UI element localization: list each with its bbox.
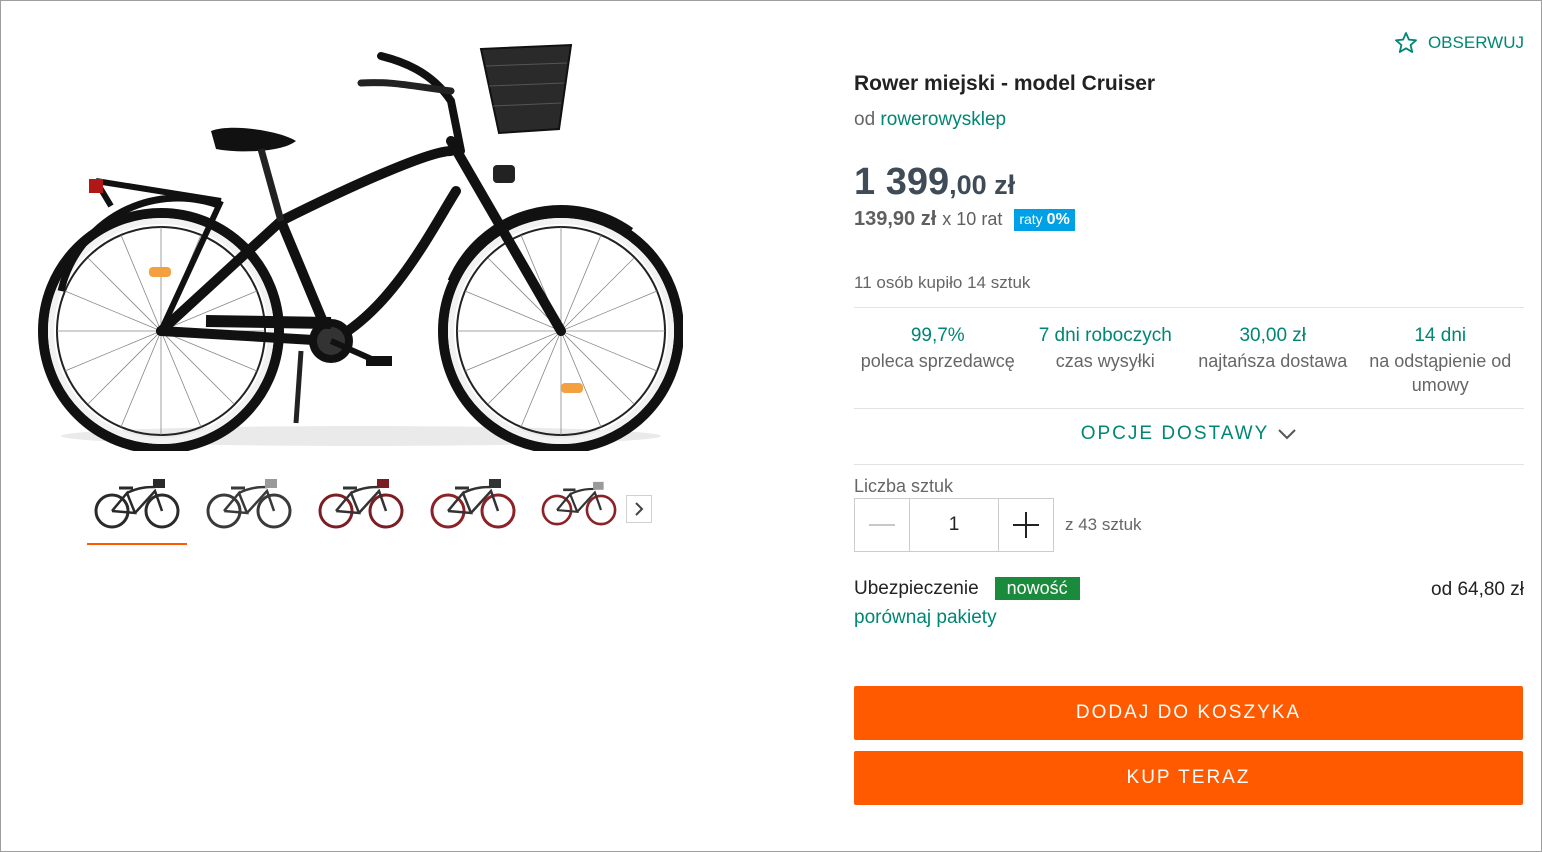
bicycle-thumbnail (94, 479, 180, 529)
stat-shipping-time: 7 dni roboczych czas wysyłki (1022, 323, 1190, 397)
stat-value: 30,00 zł (1239, 325, 1307, 346)
stat-cheapest-delivery: 30,00 zł najtańsza dostawa (1189, 323, 1357, 397)
insurance-label: Ubezpieczenie (854, 577, 979, 599)
seller-line: od rowerowysklep (854, 109, 1006, 131)
thumbnail-3[interactable] (311, 471, 411, 545)
main-product-image[interactable] (31, 31, 683, 451)
seller-prefix: od (854, 109, 876, 130)
add-to-cart-button[interactable]: DODAJ DO KOSZYKA (854, 686, 1523, 740)
thumbnails-next-button[interactable] (626, 495, 652, 523)
chevron-right-icon (635, 502, 644, 516)
thumbnail-5[interactable] (535, 471, 623, 545)
bicycle-thumbnail (206, 479, 292, 529)
thumbnail-strip (85, 471, 655, 551)
bicycle-thumbnail (318, 479, 404, 529)
product-page: OBSERWUJ Rower miejski - model Cruiser o… (0, 0, 1542, 852)
installment-value: 139,90 zł (854, 208, 937, 230)
thumbnail-1[interactable] (87, 471, 187, 545)
bicycle-thumbnail (430, 479, 516, 529)
stat-label: na odstąpienie od umowy (1369, 351, 1512, 395)
divider (854, 464, 1524, 465)
minus-icon (869, 524, 895, 526)
divider (854, 307, 1524, 308)
raty-badge[interactable]: raty 0% (1014, 208, 1075, 231)
price-main: 1 399 (854, 161, 950, 203)
quantity-label: Liczba sztuk (854, 476, 954, 496)
divider (854, 408, 1524, 409)
quantity-available: z 43 sztuk (1065, 515, 1142, 534)
insurance-price: od 64,80 zł (1431, 579, 1524, 600)
raty-rate: 0% (1046, 210, 1070, 228)
bicycle-image (38, 43, 683, 451)
seller-link[interactable]: rowerowysklep (880, 109, 1006, 130)
quantity-stepper: 1 (854, 498, 1054, 552)
stat-label: najtańsza dostawa (1198, 351, 1348, 371)
raty-label: raty (1019, 210, 1043, 227)
stat-label: poleca sprzedawcę (860, 351, 1015, 371)
delivery-options-toggle[interactable]: OPCJE DOSTAWY (854, 423, 1524, 445)
thumbnail-2[interactable] (199, 471, 299, 545)
price-cents: ,00 zł (949, 170, 1016, 200)
star-outline-icon (1395, 32, 1417, 53)
watch-label: OBSERWUJ (1427, 33, 1524, 52)
stat-return-period: 14 dni na odstąpienie od umowy (1357, 323, 1525, 397)
bought-count: 11 osób kupiło 14 sztuk (854, 273, 1031, 292)
installment-count: x 10 rat (942, 209, 1003, 229)
product-title: Rower miejski - model Cruiser (854, 72, 1156, 95)
stat-value: 99,7% (910, 325, 965, 346)
plus-icon (1013, 512, 1039, 538)
insurance-row: Ubezpieczenie nowość (854, 577, 1080, 600)
stat-value: 7 dni roboczych (1038, 325, 1172, 346)
installment-info: 139,90 zł x 10 rat raty 0% (854, 208, 1075, 231)
buy-now-button[interactable]: KUP TERAZ (854, 751, 1523, 805)
new-badge: nowość (994, 577, 1080, 600)
thumbnail-4[interactable] (423, 471, 523, 545)
bicycle-thumbnail (541, 481, 617, 526)
product-price: 1 399,00 zł (854, 161, 1015, 204)
watch-button[interactable]: OBSERWUJ (1394, 31, 1524, 55)
quantity-input[interactable]: 1 (910, 498, 998, 552)
delivery-options-label: OPCJE DOSTAWY (1080, 423, 1270, 444)
quantity-increase-button[interactable] (998, 498, 1054, 552)
quantity-decrease-button[interactable] (854, 498, 910, 552)
chevron-down-icon (1278, 429, 1296, 440)
stat-value: 14 dni (1414, 325, 1467, 346)
compare-packages-link[interactable]: porównaj pakiety (854, 607, 997, 629)
seller-stats: 99,7% poleca sprzedawcę 7 dni roboczych … (854, 323, 1524, 397)
stat-label: czas wysyłki (1055, 351, 1155, 371)
stat-recommend: 99,7% poleca sprzedawcę (854, 323, 1022, 397)
